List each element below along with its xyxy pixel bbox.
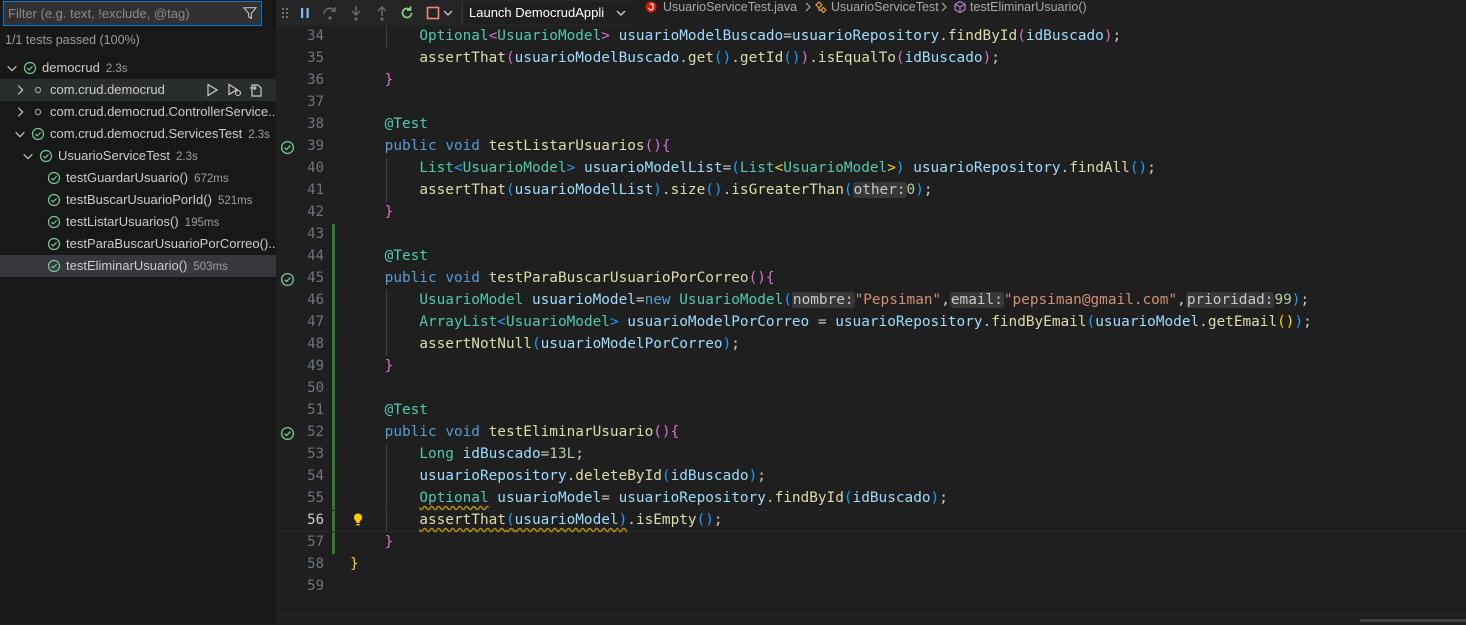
tree-item-label: testListarUsuarios() 195ms [66,214,220,229]
chevron-right-icon [805,2,811,12]
tree-item-usuario-service-test[interactable]: UsuarioServiceTest 2.3s [0,145,276,167]
code-line: 39 public void testListarUsuarios(){ [276,136,1466,158]
breadcrumb-file[interactable]: UsuarioServiceTest.java [663,0,797,14]
chevron-down-icon[interactable] [13,127,27,141]
code-line: 37 [307,94,324,110]
tree-row-actions [198,82,264,101]
chevron-down-icon[interactable] [5,61,19,75]
test-summary: 1/1 tests passed (100%) [5,33,140,47]
unset-icon [34,108,42,116]
test-filter-box[interactable] [3,1,262,26]
tree-item-com-crud-democrud[interactable]: com.crud.democrud [0,79,276,101]
code-line: 49 } [307,358,394,374]
code-line: 42 } [307,204,394,220]
code-editor[interactable]: 34 Optional<UsuarioModel> usuarioModelBu… [276,26,1466,614]
code-line: 51 @Test [307,402,428,418]
filter-icon[interactable] [243,6,257,20]
chevron-down-icon[interactable] [21,149,35,163]
method-icon [954,0,966,14]
chevron-down-icon[interactable] [442,4,454,22]
code-line: 38 @Test [307,116,428,132]
passed-icon [23,61,37,75]
passed-icon [47,215,61,229]
inlay-hint: other: [852,182,907,198]
go-to-test-icon[interactable] [248,82,264,98]
code-line: 36 } [307,72,394,88]
code-line: 43 [307,226,324,242]
debug-test-icon[interactable] [226,82,242,98]
passed-icon [47,171,61,185]
step-over-icon[interactable] [321,4,339,22]
code-line: 34 Optional<UsuarioModel> usuarioModelBu… [307,28,1122,44]
launch-config-label: Launch DemocrudAppli [469,5,605,20]
tree-item-label: testGuardarUsuario() 672ms [66,170,229,185]
code-line: 44 @Test [307,248,428,264]
editor-top-bar: Launch DemocrudAppli UsuarioServiceTest.… [276,0,1466,26]
tree-item-label: democrud 2.3s [42,60,128,75]
test-filter-input[interactable] [8,2,236,25]
code-line: 41 assertThat(usuarioModelList).size().i… [307,182,933,198]
pause-icon[interactable] [296,4,314,22]
tree-item-label: com.crud.democrud.ControllerService... [50,104,276,119]
restart-icon[interactable] [398,4,416,22]
code-line: 59 [307,578,324,594]
inlay-hint: prioridad: [1185,292,1275,308]
drag-handle-icon[interactable] [280,4,290,22]
tree-item-controller-service[interactable]: com.crud.democrud.ControllerService... [0,101,276,123]
code-line-current: 56 assertThat(usuarioModel).isEmpty(); [276,510,1466,532]
code-line: 52 public void testEliminarUsuario(){ [276,422,1466,444]
passed-icon [47,259,61,273]
scrollbar-thumb[interactable] [1360,619,1466,622]
tree-item-label: com.crud.democrud [50,82,165,97]
chevron-right-icon[interactable] [13,105,27,119]
test-explorer-sidebar: 1/1 tests passed (100%) democrud2.3s com… [0,0,276,624]
tree-item-test[interactable]: testListarUsuarios() 195ms [0,211,276,233]
chevron-right-icon[interactable] [13,83,27,97]
unset-icon [34,86,42,94]
code-line: 40 List<UsuarioModel> usuarioModelList=(… [307,160,1156,176]
code-line: 48 assertNotNull(usuarioModelPorCorreo); [307,336,740,352]
code-line: 50 [307,380,324,396]
debug-toolbar: Launch DemocrudAppli [276,0,633,26]
breadcrumb-method[interactable]: testEliminarUsuario() [970,0,1087,14]
tree-item-test[interactable]: testGuardarUsuario() 672ms [0,167,276,189]
code-line: 57 } [307,534,394,550]
code-line: 47 ArrayList<UsuarioModel> usuarioModelP… [307,314,1312,330]
class-icon [815,1,827,14]
passed-icon [47,193,61,207]
inlay-hint: nombre: [791,292,855,308]
tree-item-test-selected[interactable]: testEliminarUsuario() 503ms [0,255,276,277]
tree-item-label: testBuscarUsuarioPorId() 521ms [66,192,253,207]
code-line: 46 UsuarioModel usuarioModel=new Usuario… [307,292,1310,308]
step-into-icon[interactable] [347,4,365,22]
launch-config-select[interactable]: Launch DemocrudAppli [462,2,633,24]
inlay-hint: email: [949,292,1004,308]
run-test-icon[interactable] [204,82,220,98]
java-file-icon [645,1,657,13]
tree-item-test[interactable]: testBuscarUsuarioPorId() 521ms [0,189,276,211]
code-line: 53 Long idBuscado=13L; [307,446,584,462]
tree-item-label: UsuarioServiceTest 2.3s [58,148,198,163]
code-line: 45 public void testParaBuscarUsuarioPorC… [276,268,1466,290]
chevron-down-icon [616,10,626,16]
passed-icon [31,127,45,141]
passed-icon [39,149,53,163]
tree-item-test[interactable]: testParaBuscarUsuarioPorCorreo()... [0,233,276,255]
stop-icon[interactable] [424,4,442,22]
code-line: 54 usuarioRepository.deleteById(idBuscad… [307,468,766,484]
code-line: 58} [307,556,359,572]
horizontal-scrollbar[interactable] [276,614,1466,625]
breadcrumb-class[interactable]: UsuarioServiceTest [831,0,939,14]
tree-item-democrud[interactable]: democrud 2.3s [0,57,276,79]
chevron-right-icon [941,2,947,12]
step-out-icon[interactable] [373,4,391,22]
tree-item-services-test[interactable]: com.crud.democrud.ServicesTest 2.3s [0,123,276,145]
passed-icon [47,237,61,251]
tree-item-label: testParaBuscarUsuarioPorCorreo()... [66,236,276,251]
code-line: 55 Optional usuarioModel= usuarioReposit… [307,490,948,506]
tree-item-label: testEliminarUsuario() 503ms [66,258,228,273]
tree-item-label: com.crud.democrud.ServicesTest 2.3s [50,126,270,141]
code-line: 35 assertThat(usuarioModelBuscado.get().… [307,50,1000,66]
